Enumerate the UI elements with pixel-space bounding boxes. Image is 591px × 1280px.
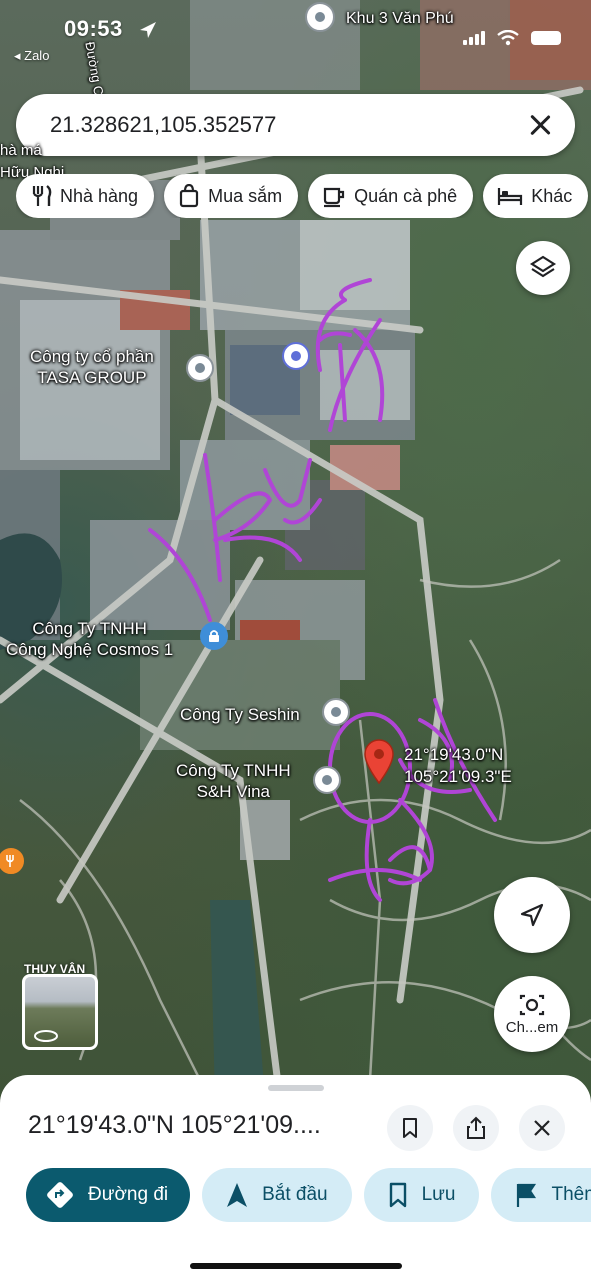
chip-restaurants[interactable]: Nhà hàng: [16, 174, 155, 218]
lock-icon: [209, 630, 219, 642]
chip-label: Mua sắm: [208, 185, 283, 206]
store-icon[interactable]: [282, 342, 310, 370]
chip-label: Nhà hàng: [60, 185, 139, 206]
map-label-shvina[interactable]: Công Ty TNHH S&H Vina: [176, 760, 291, 802]
navigation-arrow-icon: [227, 1183, 248, 1207]
layers-icon: [529, 255, 557, 278]
my-location-button[interactable]: [494, 877, 570, 953]
poi-tasa-icon[interactable]: [186, 354, 214, 382]
street-view-thumbnail[interactable]: [22, 974, 98, 1050]
back-to-app-link[interactable]: ◂ Zalo: [14, 48, 49, 64]
home-indicator[interactable]: [190, 1263, 402, 1269]
add-label-button[interactable]: Thêm: [491, 1168, 591, 1222]
signal-icon: [463, 31, 485, 45]
start-button[interactable]: Bắt đầu: [202, 1168, 352, 1222]
close-sheet-button[interactable]: [519, 1105, 565, 1151]
share-button[interactable]: [453, 1105, 499, 1151]
clear-search-icon[interactable]: [527, 112, 553, 138]
directions-button[interactable]: Đường đi: [26, 1168, 191, 1222]
action-label: Lưu: [421, 1184, 456, 1205]
location-arrow-icon: [140, 22, 156, 38]
map-label-khu3: Khu 3 Văn Phú: [346, 10, 454, 27]
chip-coffee[interactable]: Quán cà phê: [308, 174, 474, 218]
directions-icon: [47, 1182, 73, 1208]
status-time: 09:53: [64, 16, 123, 41]
search-query[interactable]: 21.328621,105.352577: [50, 112, 527, 138]
place-title: 21°19'43.0"N 105°21'09....: [28, 1111, 321, 1139]
map-label-seshin[interactable]: Công Ty Seshin: [180, 704, 300, 725]
coffee-cup-icon: [324, 187, 345, 208]
bookmark-icon: [389, 1182, 406, 1208]
bed-icon: [498, 188, 523, 205]
camera-search-button[interactable]: Ch...em: [494, 976, 570, 1052]
close-icon: [534, 1120, 550, 1136]
search-bar[interactable]: 21.328621,105.352577: [16, 94, 575, 156]
fork-knife-icon: [32, 185, 52, 206]
shopping-bag-icon: [179, 184, 199, 208]
wifi-icon: [497, 30, 519, 46]
place-bottom-sheet[interactable]: 21°19'43.0"N 105°21'09.... Đường đi Bắt …: [0, 1075, 591, 1280]
fork-knife-icon: [6, 855, 14, 867]
share-icon: [467, 1116, 485, 1139]
chip-more[interactable]: Khác: [483, 174, 589, 218]
battery-icon: [531, 31, 561, 45]
status-icons: [463, 30, 561, 46]
lock-poi-icon[interactable]: [200, 622, 228, 650]
sheet-drag-handle[interactable]: [268, 1085, 324, 1091]
category-chips: Nhà hàng Mua sắm Quán cà phê Khác: [16, 174, 591, 218]
chip-shopping[interactable]: Mua sắm: [164, 174, 299, 218]
place-pin-icon[interactable]: [305, 2, 335, 32]
poi-seshin-icon[interactable]: [322, 698, 350, 726]
chip-label: Khác: [531, 185, 573, 206]
map-label-tasa[interactable]: Công ty cổ phần TASA GROUP: [30, 346, 154, 388]
poi-shvina-icon[interactable]: [313, 766, 341, 794]
camera-icon: [519, 994, 545, 1015]
flag-icon: [517, 1183, 537, 1207]
pin-coordinates-label: 21°19'43.0"N 105°21'09.3"E: [404, 745, 512, 786]
navigation-arrow-icon: [520, 903, 544, 927]
action-label: Thêm: [551, 1184, 591, 1205]
save-button[interactable]: Lưu: [363, 1168, 480, 1222]
dropped-pin-icon[interactable]: [362, 738, 396, 784]
action-label: Bắt đầu: [262, 1184, 328, 1205]
action-buttons: Đường đi Bắt đầu Lưu Thêm: [26, 1168, 591, 1222]
camera-button-label: Ch...em: [505, 1018, 559, 1036]
360-icon: [34, 1030, 58, 1042]
layers-button[interactable]: [516, 241, 570, 295]
action-label: Đường đi: [88, 1184, 169, 1205]
save-bookmark-button[interactable]: [387, 1105, 433, 1151]
bookmark-icon: [403, 1118, 417, 1138]
map-label-cosmos[interactable]: Công Ty TNHH Công Nghệ Cosmos 1: [6, 618, 173, 660]
chip-label: Quán cà phê: [354, 185, 458, 206]
